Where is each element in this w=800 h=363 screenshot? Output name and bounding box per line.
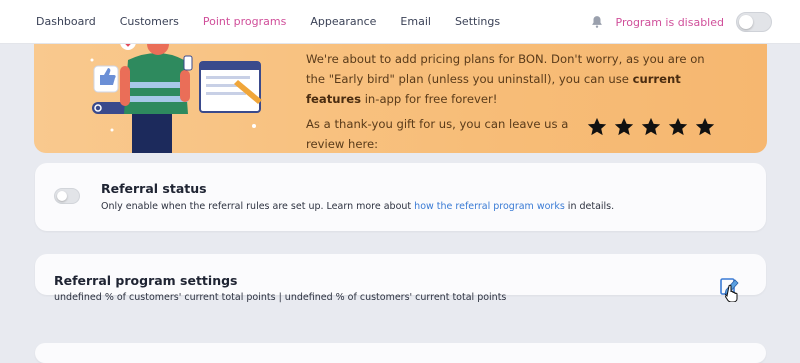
pointer-cursor-icon — [725, 284, 738, 302]
early-bird-banner: We're about to add pricing plans for BON… — [34, 30, 767, 153]
banner-paragraph-2: As a thank-you gift for us, you can leav… — [306, 114, 576, 153]
edit-settings-button[interactable] — [719, 276, 741, 302]
referral-settings-description: undefined % of customers' current total … — [54, 292, 507, 303]
nav-item-dashboard[interactable]: Dashboard — [36, 15, 96, 28]
promo-illustration — [90, 33, 262, 153]
referral-status-description: Only enable when the referral rules are … — [101, 201, 614, 212]
nav-item-email[interactable]: Email — [400, 15, 431, 28]
nav-item-point-programs[interactable]: Point programs — [203, 15, 287, 28]
program-status-text: Program is disabled — [615, 15, 725, 29]
referral-settings-card: Referral program settings undefined % of… — [35, 254, 766, 303]
star-icon[interactable] — [613, 116, 635, 138]
toggle-knob — [57, 191, 67, 201]
referral-status-title: Referral status — [101, 181, 207, 196]
bell-icon[interactable] — [590, 15, 604, 29]
banner-paragraph-1: We're about to add pricing plans for BON… — [306, 49, 706, 109]
nav-item-appearance[interactable]: Appearance — [310, 15, 376, 28]
referral-program-link[interactable]: how the referral program works — [414, 201, 565, 212]
nav-item-customers[interactable]: Customers — [120, 15, 179, 28]
referral-status-toggle[interactable] — [54, 188, 80, 204]
referral-settings-title: Referral program settings — [54, 273, 238, 288]
referral-desc-pre: Only enable when the referral rules are … — [101, 201, 415, 212]
star-icon[interactable] — [586, 116, 608, 138]
next-card — [35, 343, 766, 363]
star-icon[interactable] — [640, 116, 662, 138]
review-stars — [586, 116, 721, 138]
banner-line2: As a thank-you gift for us, you can leav… — [306, 117, 569, 151]
star-icon[interactable] — [694, 116, 716, 138]
referral-desc-post: in details. — [564, 201, 615, 212]
topbar-right: Program is disabled — [590, 0, 772, 44]
toggle-knob — [739, 15, 753, 29]
top-navigation-bar: Dashboard Customers Point programs Appea… — [0, 0, 800, 44]
banner-line1-post: in-app for free forever! — [361, 92, 498, 106]
star-icon[interactable] — [667, 116, 689, 138]
nav-item-settings[interactable]: Settings — [455, 15, 500, 28]
referral-status-card: Referral status Only enable when the ref… — [35, 163, 766, 231]
main-nav: Dashboard Customers Point programs Appea… — [36, 15, 524, 28]
program-toggle[interactable] — [736, 12, 772, 32]
